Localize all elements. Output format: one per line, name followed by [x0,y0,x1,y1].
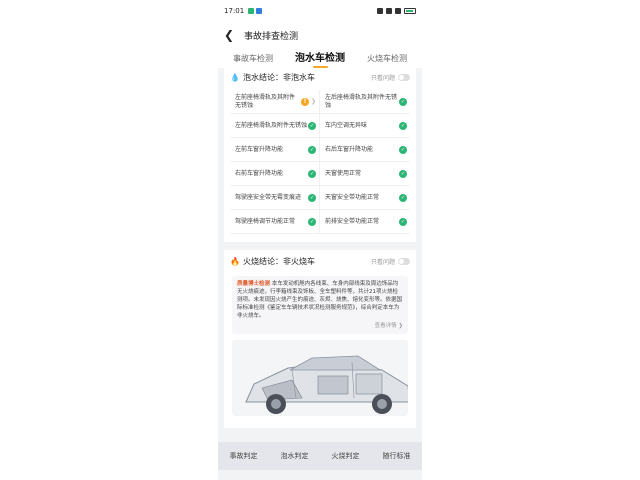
toggle-switch[interactable] [398,257,410,265]
status-bar: 17:01 [218,0,422,22]
app-notification-icon [248,8,255,14]
car-illustration [245,355,408,414]
check-icon: ✓ [399,217,407,226]
check-item[interactable]: 天窗安全带功能正常 ✓ [320,186,410,210]
status-time: 17:01 [224,7,245,15]
flood-card: 💧 泡水结论： 非泡水车 只看问题 左前座椅滑轨及其附件无锈蚀! ❯ 左后座椅滑轨… [224,68,416,242]
check-item[interactable]: 左前座椅滑轨及其附件无锈蚀! ❯ [230,90,320,114]
fire-toggle-label: 只看问题 [370,258,395,266]
nav-header: ❮ 事故排查检测 [218,22,422,48]
nav-flood[interactable]: 泡水判定 [281,451,309,461]
signal-icon [386,8,392,14]
app-notification-icon [256,8,263,14]
warning-icon: ! [300,97,309,106]
check-icon: ✓ [399,97,407,106]
flood-check-grid: 左前座椅滑轨及其附件无锈蚀! ❯ 左后座椅滑轨及其附件无锈蚀 ✓ 左前座椅滑轨及附件… [224,86,416,242]
flood-filter-toggle[interactable]: 只看问题 [371,73,410,82]
check-icon: ✓ [399,169,407,178]
check-item[interactable]: 车内空调无异味 ✓ [320,114,410,138]
fire-conclusion-row: 🔥 火烧结论： 非火烧车 只看问题 [224,250,416,272]
check-item[interactable]: 左前座椅滑轨及附件无锈蚀 ✓ [230,114,320,138]
check-item[interactable]: 前排安全带功能正常 ✓ [320,210,410,234]
view-details-link[interactable]: 查看详情 ❯ [237,322,403,330]
page-title: 事故排查检测 [244,31,299,42]
fire-intro-box: 质量博士检测 本车发动机舱内各线束、车身内部线束及周边饰品均无火烧痕迹，行李箱线… [232,276,408,334]
check-item[interactable]: 左前车窗升降功能 ✓ [230,138,320,162]
check-item[interactable]: 右后车窗升降功能 ✓ [320,138,410,162]
check-item[interactable]: 驾驶座安全带无霉变痕迹 ✓ [230,186,320,210]
nav-accident[interactable]: 事故判定 [230,451,258,461]
wifi-icon [395,8,401,14]
car-xray-image [232,340,408,416]
fire-conclusion-value: 非火烧车 [282,256,315,266]
check-item[interactable]: 驾驶座椅调节功能正常 ✓ [230,210,320,234]
fire-icon: 🔥 [230,256,240,266]
check-icon: ✓ [308,145,316,154]
fire-conclusion-label: 火烧结论： [242,256,283,266]
bottom-nav: 事故判定 泡水判定 火烧判定 随行标准 [218,442,422,470]
intro-brand: 质量博士检测 [237,281,271,287]
tab-flood[interactable]: 泡水车检测 [295,49,345,68]
check-item[interactable]: 左后座椅滑轨及其附件无锈蚀 ✓ [320,90,410,114]
tab-bar: 事故车检测 泡水车检测 火烧车检测 [218,48,422,68]
flood-toggle-label: 只看问题 [370,74,395,82]
toggle-switch[interactable] [398,73,410,81]
water-drop-icon: 💧 [230,72,240,82]
chevron-right-icon: ❯ [310,98,316,105]
check-item[interactable]: 右前车窗升降功能 ✓ [230,162,320,186]
phone-screen: 17:01 ❮ 事故排查检测 事故车检测 泡水车检测 火烧车检测 💧 泡水结论：… [218,0,422,480]
status-icons [377,8,416,14]
check-item[interactable]: 天窗使用正常 ✓ [320,162,410,186]
tab-accident[interactable]: 事故车检测 [233,53,273,68]
fire-card: 🔥 火烧结论： 非火烧车 只看问题 质量博士检测 本车发动机舱内各线束、车身内部… [224,250,416,428]
check-icon: ✓ [399,145,407,154]
nav-fire[interactable]: 火烧判定 [332,451,360,461]
fire-filter-toggle[interactable]: 只看问题 [371,257,410,266]
flood-conclusion-value: 非泡水车 [282,72,315,82]
check-icon: ✓ [308,193,316,202]
check-icon: ✓ [399,193,407,202]
check-icon: ✓ [308,169,316,178]
back-icon[interactable]: ❮ [224,28,238,42]
check-icon: ✓ [308,121,316,130]
tab-fire[interactable]: 火烧车检测 [367,53,407,68]
location-icon [377,8,383,14]
battery-icon [404,8,416,14]
flood-conclusion-label: 泡水结论： [242,72,283,82]
nav-standard[interactable]: 随行标准 [383,451,411,461]
check-icon: ✓ [399,121,407,130]
check-icon: ✓ [308,217,316,226]
flood-conclusion-row: 💧 泡水结论： 非泡水车 只看问题 [224,68,416,86]
